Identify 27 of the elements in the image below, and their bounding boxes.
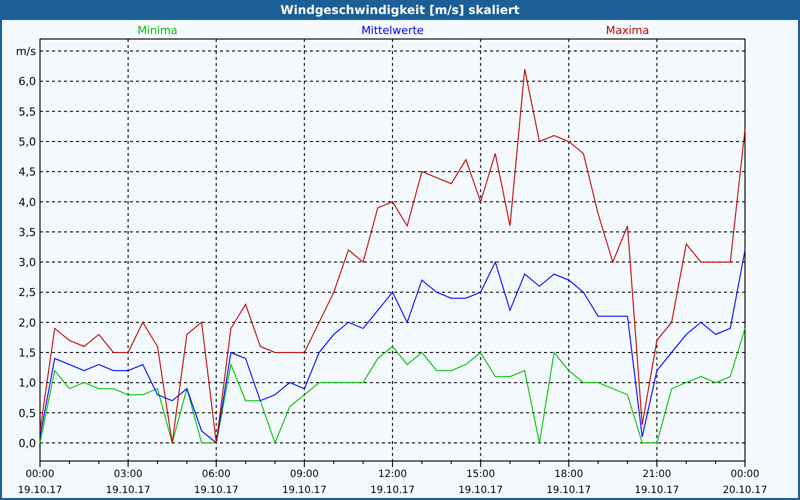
y-tick-label: 3,5	[18, 226, 36, 239]
y-tick-label: 2,0	[18, 316, 36, 330]
window-title: Windgeschwindigkeit [m/s] skaliert	[0, 0, 800, 20]
y-tick-label: 4,5	[18, 166, 36, 179]
legend-label: Maxima	[606, 24, 650, 38]
y-tick-label: 4,0	[18, 196, 36, 209]
x-tick-label: 21:00 19.10.17	[634, 469, 680, 496]
x-tick-label: 09:00 19.10.17	[282, 469, 327, 496]
legend-label: Mittelwerte	[361, 24, 424, 38]
y-tick-label: 5,0	[18, 135, 36, 148]
y-axis-label: m/s	[16, 45, 36, 58]
x-tick-label: 12:00 19.10.17	[370, 469, 415, 496]
y-tick-label: 2,5	[18, 286, 36, 300]
y-tick-label: 0,0	[18, 436, 36, 450]
y-tick-label: 3,0	[18, 256, 36, 270]
y-tick-label: 6,0	[18, 75, 36, 88]
legend-label: Minima	[137, 24, 178, 38]
x-tick-label: 03:00 19.10.17	[106, 469, 150, 496]
x-tick-label: 00:00 20.10.17	[722, 469, 768, 496]
x-tick-label: 15:00 19.10.17	[458, 469, 503, 496]
x-tick-label: 18:00 19.10.17	[546, 469, 592, 496]
y-tick-label: 5,5	[18, 105, 36, 118]
x-tick-label: 06:00 19.10.17	[194, 469, 239, 496]
y-tick-label: 1,5	[18, 346, 36, 360]
y-tick-label: 0,5	[18, 406, 36, 420]
x-tick-label: 00:00 19.10.17	[18, 469, 62, 496]
y-tick-label: 1,0	[18, 376, 36, 390]
